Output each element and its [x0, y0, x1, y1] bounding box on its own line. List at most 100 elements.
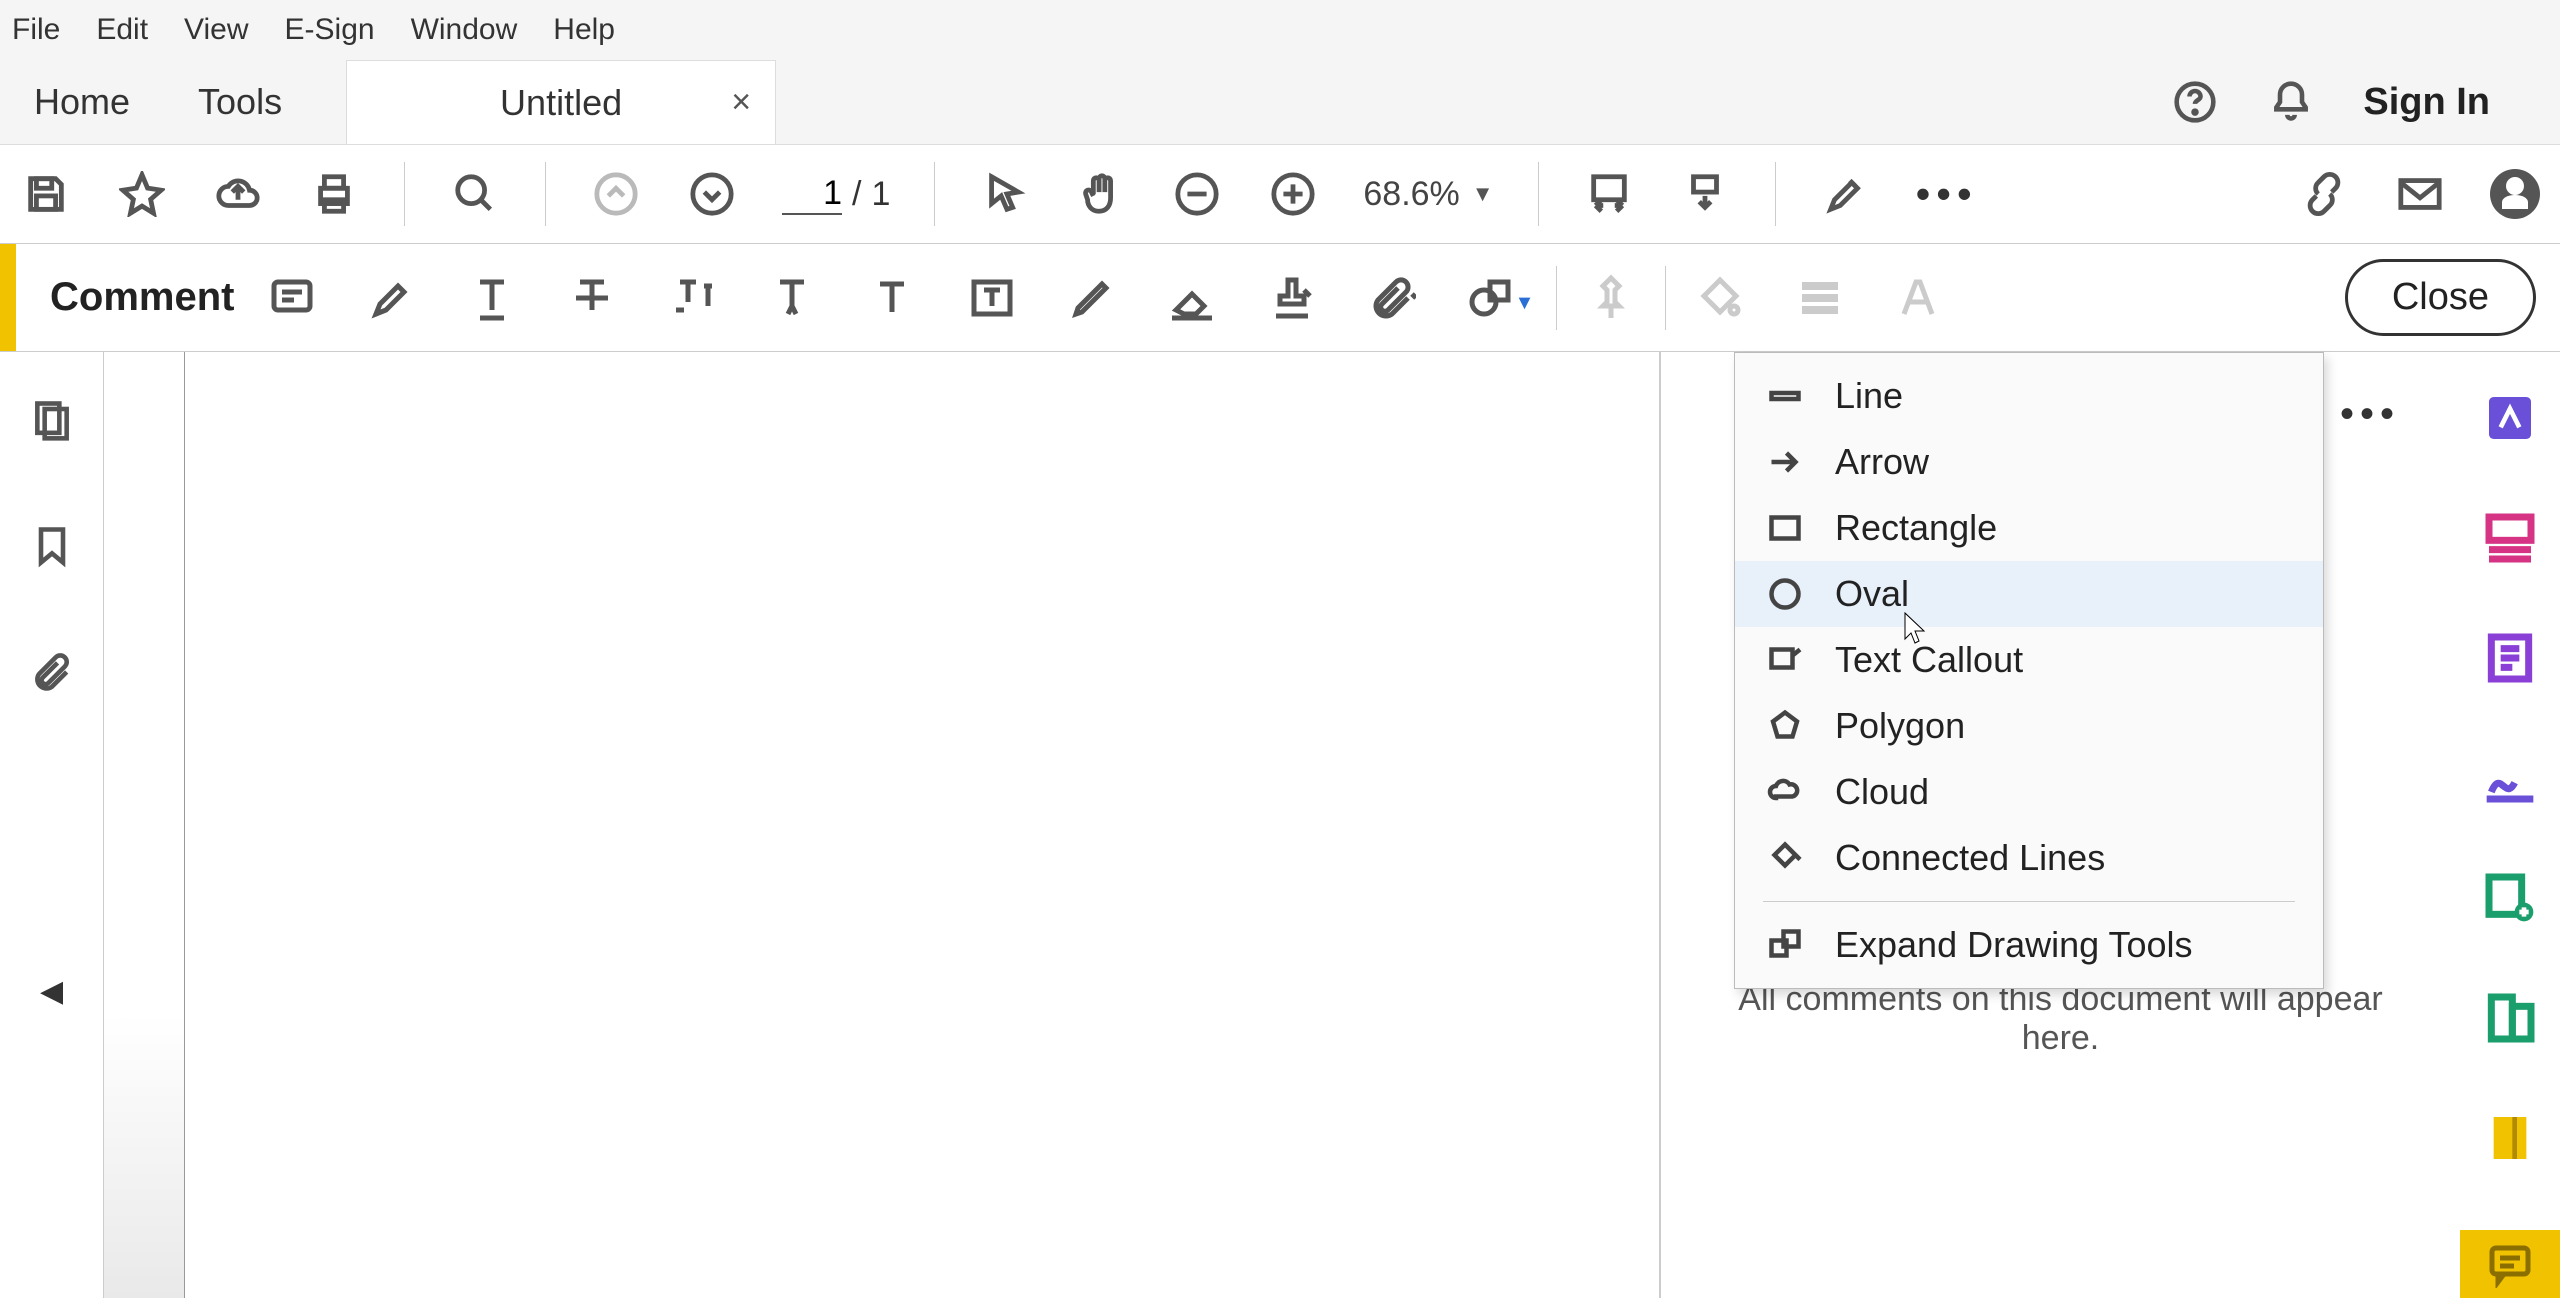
rectangle-icon — [1765, 508, 1805, 548]
sign-in-button[interactable]: Sign In — [2363, 81, 2490, 124]
toolbar-more-icon[interactable]: ••• — [1916, 170, 1978, 218]
text-box-icon[interactable] — [968, 274, 1016, 322]
menu-view[interactable]: View — [184, 13, 248, 47]
page-indicator: / 1 — [782, 174, 890, 215]
strikethrough-icon[interactable] — [568, 274, 616, 322]
page-total: 1 — [871, 175, 890, 214]
tab-document[interactable]: Untitled × — [346, 60, 776, 144]
text-callout-icon — [1765, 640, 1805, 680]
dd-line-label: Line — [1835, 375, 1903, 417]
help-icon[interactable] — [2171, 78, 2219, 126]
dd-connected-label: Connected Lines — [1835, 837, 2105, 879]
dd-expand[interactable]: Expand Drawing Tools — [1735, 912, 2323, 978]
page-up-icon[interactable] — [590, 168, 642, 220]
rail-comment-icon[interactable] — [2460, 1230, 2560, 1298]
sticky-note-icon[interactable] — [268, 274, 316, 322]
search-icon[interactable] — [449, 168, 501, 220]
dd-rectangle[interactable]: Rectangle — [1735, 495, 2323, 561]
insert-text-icon[interactable] — [768, 274, 816, 322]
panel-more-icon[interactable]: ••• — [2340, 392, 2400, 437]
rail-compress-icon[interactable] — [2482, 1110, 2538, 1166]
tab-tools[interactable]: Tools — [164, 60, 316, 144]
menu-edit[interactable]: Edit — [96, 13, 148, 47]
page-input[interactable] — [782, 174, 842, 215]
close-button[interactable]: Close — [2345, 259, 2536, 336]
menu-file[interactable]: File — [12, 13, 60, 47]
replace-text-icon[interactable] — [668, 274, 716, 322]
dd-cloud[interactable]: Cloud — [1735, 759, 2323, 825]
star-icon[interactable] — [116, 168, 168, 220]
highlight-color-icon[interactable] — [1820, 168, 1872, 220]
dd-polygon-label: Polygon — [1835, 705, 1965, 747]
menu-window[interactable]: Window — [411, 13, 518, 47]
dd-text-callout[interactable]: Text Callout — [1735, 627, 2323, 693]
dd-line[interactable]: Line — [1735, 363, 2323, 429]
zoom-out-icon[interactable] — [1171, 168, 1223, 220]
dd-polygon[interactable]: Polygon — [1735, 693, 2323, 759]
bell-icon[interactable] — [2267, 78, 2315, 126]
dd-arrow[interactable]: Arrow — [1735, 429, 2323, 495]
cloud-upload-icon[interactable] — [212, 168, 264, 220]
page-down-icon[interactable] — [686, 168, 738, 220]
select-tool-icon[interactable] — [979, 168, 1031, 220]
collapse-left-icon[interactable]: ◀ — [40, 974, 63, 1009]
account-avatar-icon[interactable] — [2490, 169, 2540, 219]
right-rail — [2460, 352, 2560, 1298]
zoom-in-icon[interactable] — [1267, 168, 1319, 220]
rail-export-icon[interactable] — [2482, 390, 2538, 446]
dd-cloud-label: Cloud — [1835, 771, 1929, 813]
eraser-icon[interactable] — [1168, 274, 1216, 322]
rail-combine-icon[interactable] — [2482, 870, 2538, 926]
bookmark-icon[interactable] — [28, 522, 76, 570]
zoom-value: 68.6% — [1363, 175, 1459, 214]
print-icon[interactable] — [308, 168, 360, 220]
thumbnails-icon[interactable] — [28, 396, 76, 444]
stamp-icon[interactable] — [1268, 274, 1316, 322]
document-page — [184, 352, 1660, 1298]
highlight-icon[interactable] — [368, 274, 416, 322]
separator — [1538, 162, 1539, 226]
chevron-down-icon: ▼ — [1472, 181, 1494, 207]
rail-sign-icon[interactable] — [2482, 750, 2538, 806]
tab-bar: Home Tools Untitled × Sign In — [0, 60, 2560, 144]
link-icon[interactable] — [2298, 168, 2350, 220]
fill-color-icon — [1696, 274, 1744, 322]
save-icon[interactable] — [20, 168, 72, 220]
dd-rectangle-label: Rectangle — [1835, 507, 1997, 549]
scroll-mode-icon[interactable] — [1679, 168, 1731, 220]
separator — [404, 162, 405, 226]
fit-width-icon[interactable] — [1583, 168, 1635, 220]
underline-text-icon[interactable] — [468, 274, 516, 322]
tab-close-icon[interactable]: × — [731, 83, 751, 122]
accent-bar — [0, 244, 16, 351]
rail-edit-icon[interactable] — [2482, 510, 2538, 566]
dd-connected-lines[interactable]: Connected Lines — [1735, 825, 2323, 891]
separator — [1556, 266, 1557, 330]
tab-home[interactable]: Home — [0, 60, 164, 144]
text-style-icon — [1896, 274, 1944, 322]
dropdown-separator — [1763, 901, 2295, 902]
rail-create-icon[interactable] — [2482, 630, 2538, 686]
rail-organize-icon[interactable] — [2482, 990, 2538, 1046]
dd-text-callout-label: Text Callout — [1835, 639, 2023, 681]
pin-icon[interactable] — [1587, 274, 1635, 322]
mail-icon[interactable] — [2394, 168, 2446, 220]
menu-esign[interactable]: E-Sign — [285, 13, 375, 47]
separator — [545, 162, 546, 226]
menu-help[interactable]: Help — [553, 13, 615, 47]
pencil-icon[interactable] — [1068, 274, 1116, 322]
paperclip-icon[interactable] — [28, 648, 76, 696]
hand-tool-icon[interactable] — [1075, 168, 1127, 220]
drawing-tools-icon[interactable]: ▼ — [1468, 274, 1516, 322]
attachment-icon[interactable] — [1368, 274, 1416, 322]
document-canvas[interactable]: Line Arrow Rectangle Oval Text Callout P… — [104, 352, 1660, 1298]
cloud-icon — [1765, 772, 1805, 812]
comment-toolbar: Comment ▼ Close — [0, 244, 2560, 352]
no-comments-sub: All comments on this document will appea… — [1731, 980, 2391, 1058]
text-tool-icon[interactable] — [868, 274, 916, 322]
separator — [934, 162, 935, 226]
comment-label: Comment — [16, 275, 268, 320]
dd-oval[interactable]: Oval — [1735, 561, 2323, 627]
zoom-select[interactable]: 68.6% ▼ — [1363, 175, 1493, 214]
line-weight-icon — [1796, 274, 1844, 322]
